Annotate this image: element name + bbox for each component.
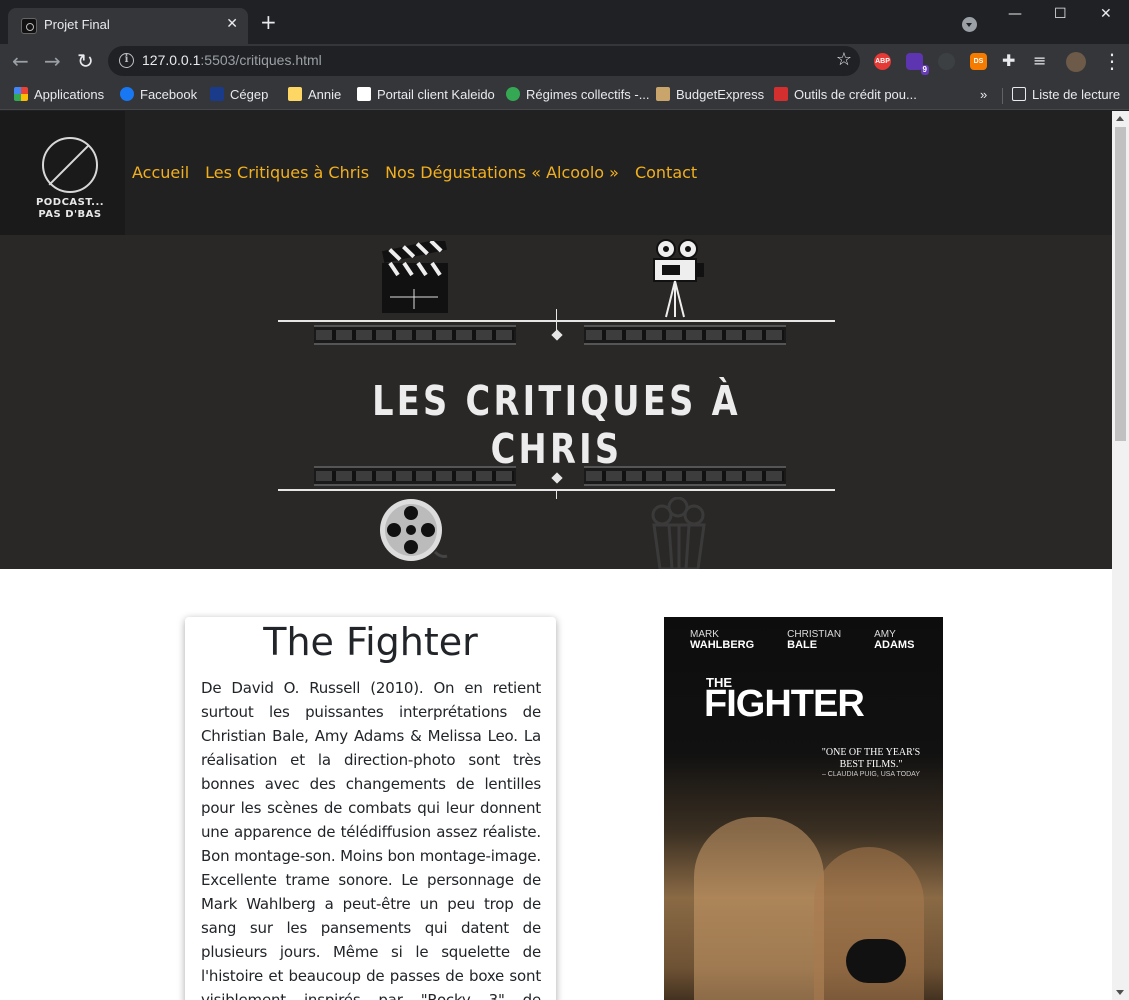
bookmark-annie[interactable]: Annie xyxy=(288,84,341,106)
tab-search-icon[interactable] xyxy=(962,17,977,32)
poster-title-fighter: FIGHTER xyxy=(704,683,865,725)
nav-contact[interactable]: Contact xyxy=(635,163,697,182)
site-navbar: PODCAST... PAS D'BAS Accueil Les Critiqu… xyxy=(0,111,1112,235)
reload-icon[interactable]: ↻ xyxy=(77,50,94,72)
budget-icon xyxy=(656,87,670,101)
browser-toolbar: ← → ↻ i 127.0.0.1:5503/critiques.html ☆ … xyxy=(0,44,1129,80)
apps-grid-icon xyxy=(14,87,28,101)
extensions-puzzle-icon[interactable]: ✚ xyxy=(1002,50,1015,72)
review-text: De David O. Russell (2010). On en retien… xyxy=(201,679,541,1000)
ds-extension-icon[interactable]: DS xyxy=(970,53,987,70)
bookmark-budgetexpress[interactable]: BudgetExpress xyxy=(656,84,764,106)
extension-purple-icon[interactable]: 9 xyxy=(906,53,929,75)
poster-figure-left xyxy=(694,817,824,1000)
page-scrollbar[interactable] xyxy=(1112,111,1129,1000)
poster-actor: AMY ADAMS xyxy=(874,629,915,651)
bookmarks-overflow-button[interactable]: » xyxy=(980,84,987,106)
scroll-down-arrow-icon[interactable] xyxy=(1116,990,1124,995)
bookmark-kaleido[interactable]: Portail client Kaleido xyxy=(357,84,495,106)
bookmark-facebook[interactable]: Facebook xyxy=(120,84,197,106)
socks-crossed-icon xyxy=(42,137,98,193)
logo-line-2: PAS D'BAS xyxy=(38,209,102,220)
nav-critiques[interactable]: Les Critiques à Chris xyxy=(205,163,369,182)
minimize-button[interactable]: — xyxy=(1008,6,1022,22)
review-title: The Fighter xyxy=(263,620,478,664)
page-viewport: PODCAST... PAS D'BAS Accueil Les Critiqu… xyxy=(0,111,1112,1000)
adblock-extension-icon[interactable]: ABP xyxy=(874,53,891,70)
poster-actor-names: MARK WAHLBERG CHRISTIAN BALE AMY ADAMS xyxy=(690,629,914,651)
equifax-icon xyxy=(774,87,788,101)
review-card: The Fighter De David O. Russell (2010). … xyxy=(185,617,556,1000)
scrollbar-thumb[interactable] xyxy=(1115,127,1126,441)
poster-actor: MARK WAHLBERG xyxy=(690,629,755,651)
scroll-up-arrow-icon[interactable] xyxy=(1116,116,1124,121)
poster-quote: "ONE OF THE YEAR'S BEST FILMS." xyxy=(821,747,921,770)
hero-divider-tick xyxy=(556,309,557,331)
bookmarks-bar: Applications Facebook Cégep Annie Portai… xyxy=(0,80,1129,110)
cegep-icon xyxy=(210,87,224,101)
bookmarks-divider xyxy=(1002,88,1003,104)
hexagon-icon xyxy=(506,87,520,101)
tab-title: Projet Final xyxy=(44,17,110,32)
diamond-ornament-bottom xyxy=(551,472,563,484)
poster-actor: CHRISTIAN BALE xyxy=(787,629,842,651)
logo-line-1: PODCAST... xyxy=(35,197,105,208)
clapperboard-icon xyxy=(381,241,448,313)
profile-avatar[interactable] xyxy=(1066,52,1086,72)
media-queue-icon[interactable]: ≡ xyxy=(1033,50,1046,72)
filmstrip-top-left xyxy=(314,325,516,345)
podcast-logo[interactable]: PODCAST... PAS D'BAS xyxy=(0,111,125,235)
bookmark-regimes[interactable]: Régimes collectifs -... xyxy=(506,84,650,106)
main-nav: Accueil Les Critiques à Chris Nos Dégust… xyxy=(132,163,697,182)
bookmark-applications[interactable]: Applications xyxy=(14,84,104,106)
folder-icon xyxy=(288,87,302,101)
github-extension-icon[interactable] xyxy=(938,53,955,70)
bookmark-outils-credit[interactable]: Outils de crédit pou... xyxy=(774,84,917,106)
facebook-icon xyxy=(120,87,134,101)
page-content: The Fighter De David O. Russell (2010). … xyxy=(0,569,1112,1000)
film-reel-icon xyxy=(380,499,448,561)
site-info-icon[interactable]: i xyxy=(119,53,134,68)
bookmark-star-icon[interactable]: ☆ xyxy=(836,49,852,70)
filmstrip-bottom-right xyxy=(584,466,786,486)
popcorn-icon xyxy=(651,497,706,569)
maximize-button[interactable]: ☐ xyxy=(1054,6,1067,22)
new-tab-button[interactable]: + xyxy=(260,12,277,32)
diamond-ornament-top xyxy=(551,329,563,341)
back-arrow-icon[interactable]: ← xyxy=(12,50,29,72)
reading-list-icon xyxy=(1012,87,1026,101)
forward-arrow-icon[interactable]: → xyxy=(44,50,61,72)
close-tab-icon[interactable]: ✕ xyxy=(226,16,238,32)
menu-kebab-icon[interactable]: ⋮ xyxy=(1102,50,1122,72)
movie-poster: MARK WAHLBERG CHRISTIAN BALE AMY ADAMS THE … xyxy=(664,617,943,1000)
film-camera-icon xyxy=(653,239,704,318)
filmstrip-bottom-left xyxy=(314,466,516,486)
close-window-button[interactable]: ✕ xyxy=(1100,6,1112,22)
nav-accueil[interactable]: Accueil xyxy=(132,163,189,182)
browser-tab[interactable]: Projet Final ✕ xyxy=(8,8,248,44)
hero-divider-tick-bottom xyxy=(556,489,557,499)
hero-title: LES CRITIQUES À CHRIS xyxy=(372,377,741,473)
nav-degustations[interactable]: Nos Dégustations « Alcoolo » xyxy=(385,163,619,182)
url-text[interactable]: 127.0.0.1:5503/critiques.html xyxy=(142,52,322,68)
podcast-favicon-icon xyxy=(21,18,37,34)
hero-banner: LES CRITIQUES À CHRIS xyxy=(0,235,1112,569)
tab-strip: Projet Final ✕ + — ☐ ✕ xyxy=(0,0,1129,44)
filmstrip-top-right xyxy=(584,325,786,345)
bookmark-cegep[interactable]: Cégep xyxy=(210,84,268,106)
boxing-glove-icon xyxy=(846,939,906,983)
poster-quote-credit: – CLAUDIA PUIG, USA TODAY xyxy=(821,771,921,778)
reading-list-button[interactable]: Liste de lecture xyxy=(1012,84,1120,106)
address-bar[interactable]: i 127.0.0.1:5503/critiques.html ☆ xyxy=(108,46,860,76)
kaleido-icon xyxy=(357,87,371,101)
